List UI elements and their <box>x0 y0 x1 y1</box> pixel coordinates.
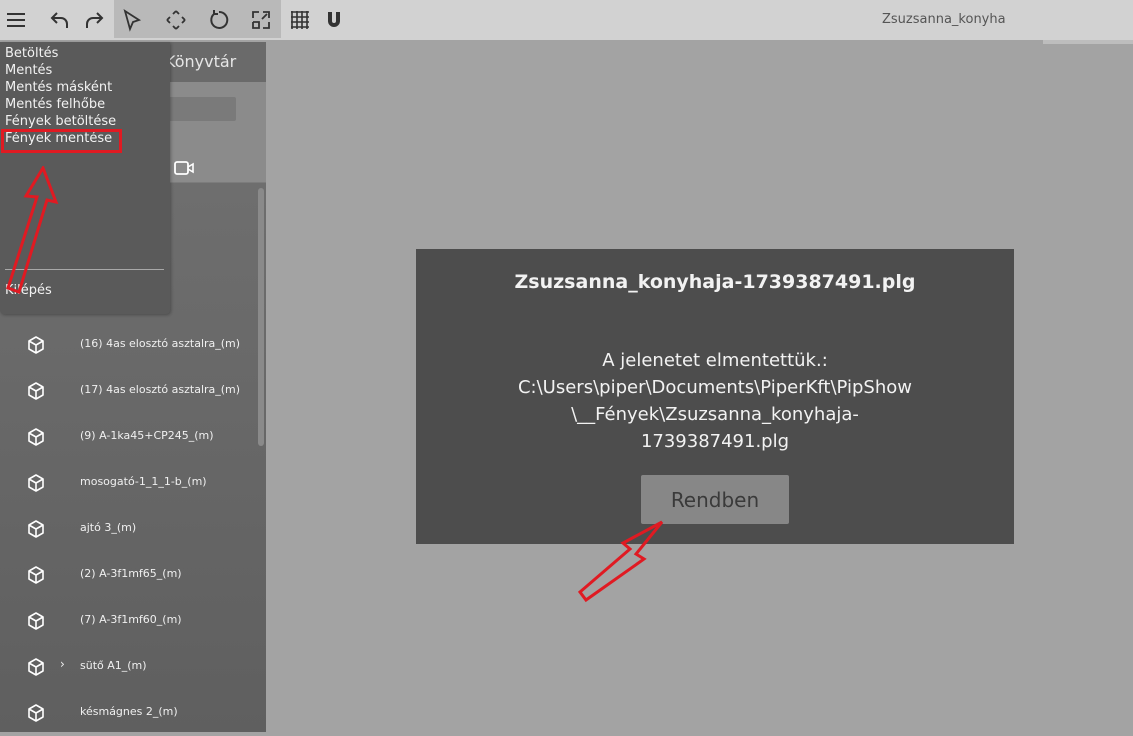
cube-icon <box>26 519 46 539</box>
expand-chevron-icon[interactable]: › <box>60 657 65 671</box>
dialog-title: Zsuzsanna_konyhaja-1739387491.plg <box>514 271 916 293</box>
object-label: (16) 4as elosztó asztalra_(m) <box>80 337 241 350</box>
redo-icon[interactable] <box>78 4 110 36</box>
dialog-message: A jelenetet elmentettük.: C:\Users\piper… <box>456 347 974 455</box>
object-label: (7) A-3f1mf60_(m) <box>80 613 182 626</box>
scale-icon[interactable] <box>245 4 277 36</box>
object-label: mosogató-1_1_1-b_(m) <box>80 475 207 488</box>
library-search-input[interactable] <box>165 97 236 121</box>
cube-icon <box>26 657 46 677</box>
camera-icon[interactable] <box>174 160 194 176</box>
library-scrollbar[interactable] <box>258 188 264 446</box>
list-item[interactable]: (17) 4as elosztó asztalra_(m) <box>0 368 258 414</box>
list-item[interactable]: (16) 4as elosztó asztalra_(m) <box>0 322 258 368</box>
cube-icon <box>26 473 46 493</box>
list-item[interactable]: mosogató-1_1_1-b_(m) <box>0 460 258 506</box>
grid-icon[interactable] <box>284 4 316 36</box>
magnet-icon[interactable] <box>318 4 350 36</box>
annotation-arrow-icon <box>578 520 664 603</box>
dialog-message-line: C:\Users\piper\Documents\PiperKft\PipSho… <box>517 377 912 398</box>
menu-item[interactable]: Mentés felhőbe <box>5 97 105 112</box>
dialog-message-line: A jelenetet elmentettük.: <box>602 350 828 371</box>
list-item[interactable]: › sütő A1_(m) <box>0 644 258 690</box>
highlight-annotation <box>1 129 122 153</box>
dialog-message-line: \__Fények\Zsuzsanna_konyhaja- <box>571 404 859 425</box>
save-confirmation-dialog: Zsuzsanna_konyhaja-1739387491.plg A jele… <box>416 249 1014 544</box>
file-menu: Betöltés Mentés Mentés másként Mentés felhő… <box>0 42 170 314</box>
menu-item[interactable]: Mentés másként <box>5 80 112 95</box>
cube-icon <box>26 335 46 355</box>
canvas-edge-strip <box>1043 40 1133 44</box>
menu-icon[interactable] <box>0 4 32 36</box>
move-icon[interactable] <box>160 4 192 36</box>
list-item[interactable]: (9) A-1ka45+CP245_(m) <box>0 414 258 460</box>
menu-item[interactable]: Betöltés <box>5 46 58 61</box>
list-item[interactable]: (2) A-3f1mf65_(m) <box>0 552 258 598</box>
annotation-arrow-icon <box>6 166 59 294</box>
object-label: késmágnes 2_(m) <box>80 705 178 718</box>
rotate-icon[interactable] <box>203 4 235 36</box>
cube-icon <box>26 703 46 723</box>
menu-item[interactable]: Mentés <box>5 63 52 78</box>
cube-icon <box>26 611 46 631</box>
select-icon[interactable] <box>116 4 148 36</box>
toolbar: Zsuzsanna_konyha <box>0 0 1133 40</box>
undo-icon[interactable] <box>44 4 76 36</box>
dialog-message-line: 1739387491.plg <box>640 431 790 452</box>
cube-icon <box>26 565 46 585</box>
cube-icon <box>26 427 46 447</box>
list-item[interactable]: (7) A-3f1mf60_(m) <box>0 598 258 644</box>
list-item[interactable]: ajtó 3_(m) <box>0 506 258 552</box>
document-title: Zsuzsanna_konyha <box>882 12 1006 27</box>
menu-item[interactable]: Fények betöltése <box>5 114 116 129</box>
object-label: ajtó 3_(m) <box>80 521 137 534</box>
library-title: Könyvtár <box>165 52 237 71</box>
list-item[interactable]: késmágnes 2_(m) <box>0 690 258 736</box>
object-label: (2) A-3f1mf65_(m) <box>80 567 182 580</box>
object-label: (9) A-1ka45+CP245_(m) <box>80 429 214 442</box>
object-label: (17) 4as elosztó asztalra_(m) <box>80 383 241 396</box>
cube-icon <box>26 381 46 401</box>
object-label: sütő A1_(m) <box>80 659 147 672</box>
